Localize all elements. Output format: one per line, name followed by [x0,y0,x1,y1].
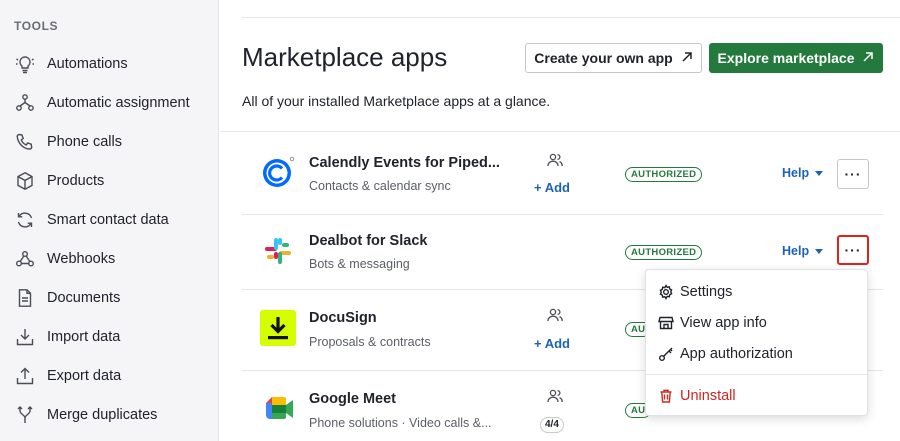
sidebar-title: TOOLS [14,19,59,33]
app-category: Phone solutions · Video calls &... [309,416,492,430]
more-actions-button[interactable]: ··· [837,235,869,265]
app-category: Contacts & calendar sync [309,179,451,193]
menu-item-label: Uninstall [680,388,736,404]
menu-item-label: View app info [680,315,767,331]
sidebar-item-label: Documents [47,290,121,306]
store-icon [658,315,674,331]
sidebar-item-label: Export data [47,368,122,384]
help-label: Help [782,166,810,180]
import-icon [14,326,36,348]
menu-item-uninstall[interactable]: Uninstall [646,381,867,411]
sidebar-item-merge-duplicates[interactable]: Merge duplicates [0,397,219,433]
users-icon [546,152,564,168]
external-link-icon [862,50,874,66]
assignment-icon [14,92,36,114]
page-title: Marketplace apps [242,42,448,72]
status-badge: AUTHORIZED [625,167,703,182]
sync-icon [14,209,36,231]
menu-item-app-authorization[interactable]: App authorization [646,339,867,369]
sidebar-item-export-data[interactable]: Export data [0,358,219,394]
more-actions-menu: Settings View app info App authorization… [645,269,868,416]
sidebar-item-label: Smart contact data [47,212,169,228]
explore-marketplace-label: Explore marketplace [717,50,855,66]
calendly-logo [260,154,296,190]
menu-item-label: App authorization [680,346,793,362]
create-app-label: Create your own app [534,50,673,66]
sidebar-item-label: Products [47,173,105,189]
more-actions-button[interactable]: ··· [837,159,869,189]
sidebar: TOOLS Automations Automatic assignment P… [0,0,219,441]
sidebar-item-automatic-assignment[interactable]: Automatic assignment [0,85,219,121]
explore-marketplace-button[interactable]: Explore marketplace [709,43,883,73]
merge-icon [14,404,36,426]
app-name[interactable]: Dealbot for Slack [309,233,427,249]
menu-item-settings[interactable]: Settings [646,277,867,307]
sidebar-item-phone-calls[interactable]: Phone calls [0,124,219,160]
sidebar-item-label: Import data [47,329,121,345]
sidebar-item-label: Webhooks [47,251,116,267]
gear-icon [658,284,674,300]
add-users-link[interactable]: + Add [534,336,570,351]
menu-divider [646,374,867,375]
sidebar-item-label: Merge duplicates [47,407,158,423]
status-badge: AUTHORIZED [625,245,703,260]
create-app-button[interactable]: Create your own app [525,43,702,73]
sidebar-item-import-data[interactable]: Import data [0,319,219,355]
users-icon [546,388,564,404]
help-dropdown[interactable]: Help [782,244,824,258]
key-icon [658,346,674,362]
menu-item-label: Settings [680,284,733,300]
sidebar-item-label: Automatic assignment [47,95,190,111]
menu-item-view-app-info[interactable]: View app info [646,308,867,338]
sidebar-item-documents[interactable]: Documents [0,280,219,316]
help-label: Help [782,244,810,258]
sidebar-item-smart-contact-data[interactable]: Smart contact data [0,202,219,238]
webhook-icon [14,248,36,270]
app-category: Bots & messaging [309,257,410,271]
google-meet-logo [260,391,296,427]
sidebar-item-label: Automations [47,56,128,72]
docusign-logo [260,310,296,346]
external-link-icon [681,50,693,66]
sidebar-item-automations[interactable]: Automations [0,46,219,82]
slack-logo [260,233,296,269]
app-name[interactable]: Google Meet [309,391,396,407]
sidebar-item-webhooks[interactable]: Webhooks [0,241,219,277]
app-row: Calendly Events for Piped... Contacts & … [242,136,883,214]
help-dropdown[interactable]: Help [782,166,824,180]
sidebar-item-products[interactable]: Products [0,163,219,199]
phone-icon [14,131,36,153]
sidebar-item-label: Phone calls [47,134,122,150]
app-name[interactable]: Calendly Events for Piped... [309,155,500,171]
app-category: Proposals & contracts [309,335,431,349]
caret-down-icon [815,170,824,176]
trash-icon [658,388,674,404]
app-name[interactable]: DocuSign [309,310,377,326]
users-icon [546,307,564,323]
divider [220,131,900,132]
automations-icon [14,53,36,75]
divider [242,17,900,18]
box-icon [14,170,36,192]
export-icon [14,365,36,387]
user-count-badge: 4/4 [540,417,564,433]
page-subtitle: All of your installed Marketplace apps a… [242,93,551,109]
caret-down-icon [815,248,824,254]
document-icon [14,287,36,309]
add-users-link[interactable]: + Add [534,180,570,195]
